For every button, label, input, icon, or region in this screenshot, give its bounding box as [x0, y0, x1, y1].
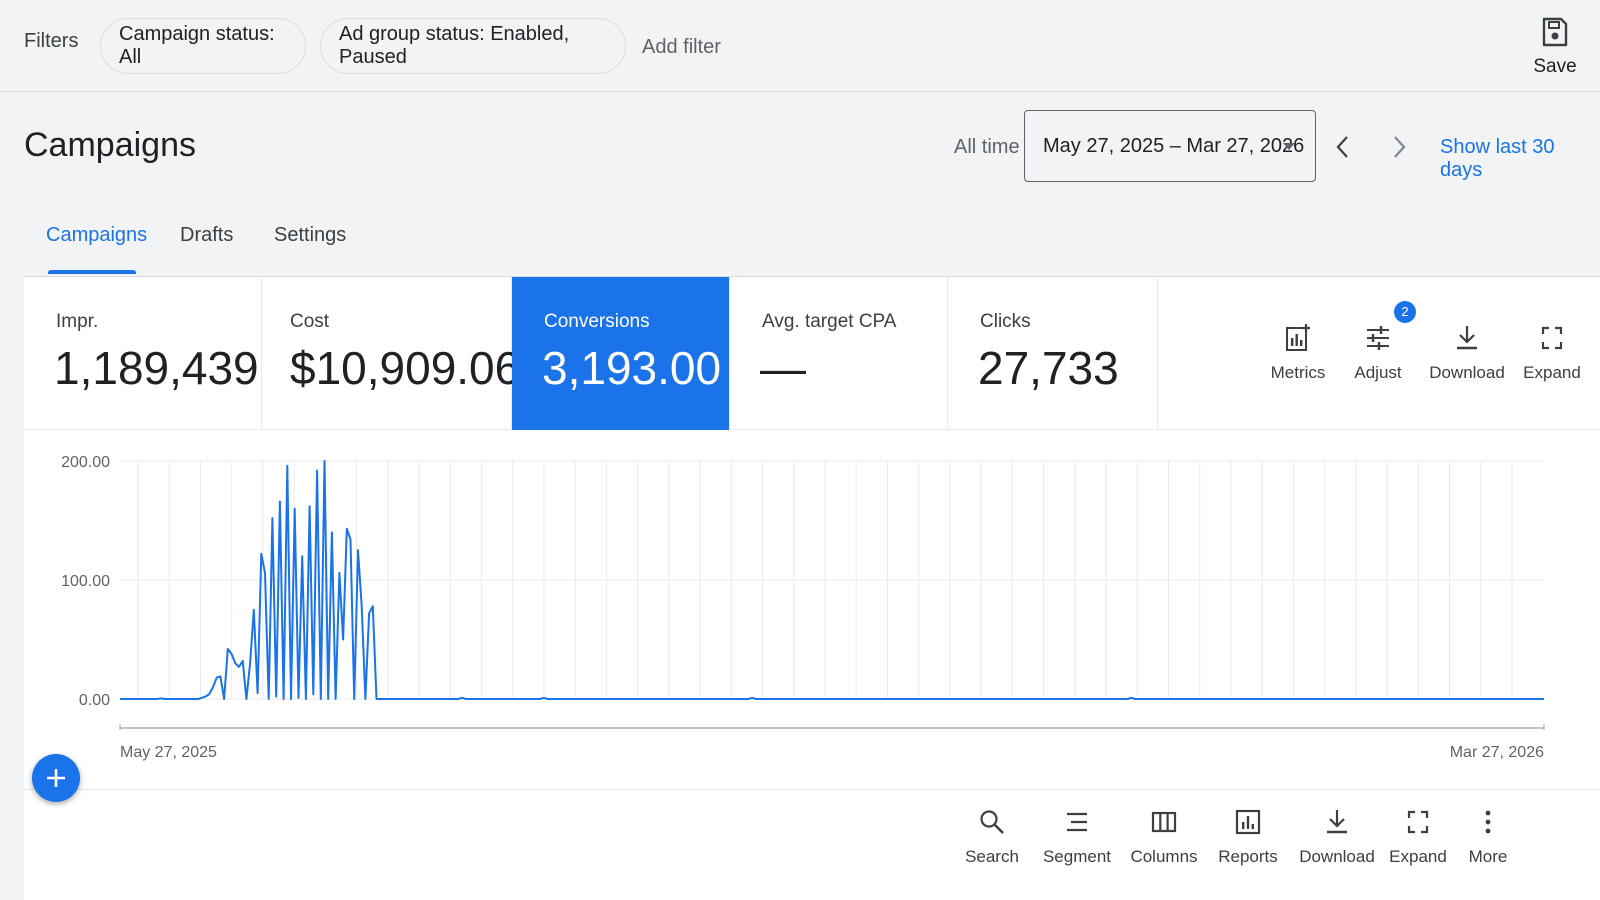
dropdown-caret-icon: [1283, 143, 1295, 150]
metrics-label: Metrics: [1270, 363, 1326, 382]
metric-clicks[interactable]: Clicks 27,733: [948, 277, 1158, 430]
search-button[interactable]: Search: [960, 807, 1024, 867]
metric-value: $10,909.06: [290, 342, 521, 394]
segment-label: Segment: [1042, 847, 1112, 866]
more-label: More: [1468, 847, 1508, 866]
download-label: Download: [1429, 363, 1505, 382]
y-tick-label: 0.00: [79, 692, 110, 709]
metric-value: —: [760, 342, 806, 394]
y-tick-label: 200.00: [61, 454, 110, 471]
segment-icon: [1067, 812, 1087, 832]
metric-label: Conversions: [544, 311, 650, 332]
more-vert-icon: [1485, 810, 1491, 834]
download-table-button[interactable]: Download: [1294, 807, 1380, 867]
page-title: Campaigns: [24, 126, 196, 164]
segment-button[interactable]: Segment: [1040, 807, 1114, 867]
expand-chart-button[interactable]: Expand: [1522, 323, 1582, 383]
metric-impressions[interactable]: Impr. 1,189,439: [24, 277, 262, 430]
metric-conversions[interactable]: Conversions 3,193.00: [512, 277, 730, 430]
reports-icon: [1235, 809, 1261, 835]
tab-drafts[interactable]: Drafts: [180, 224, 233, 247]
x-tick-label-start: May 27, 2025: [120, 744, 217, 761]
date-range-picker[interactable]: May 27, 2025 – Mar 27, 2026: [1024, 110, 1316, 182]
metric-label: Impr.: [56, 311, 99, 332]
plus-icon: [47, 769, 65, 787]
adjust-badge: 2: [1394, 301, 1416, 323]
add-filter-button[interactable]: Add filter: [642, 36, 721, 59]
save-icon: [1542, 17, 1568, 47]
more-button[interactable]: More: [1464, 807, 1512, 867]
save-label: Save: [1533, 56, 1577, 77]
metrics-button[interactable]: Metrics: [1266, 323, 1330, 383]
add-campaign-button[interactable]: [32, 754, 80, 802]
metric-value: 27,733: [978, 342, 1119, 394]
reports-label: Reports: [1218, 847, 1278, 866]
columns-label: Columns: [1130, 847, 1198, 866]
expand-label: Expand: [1389, 847, 1447, 866]
filter-chip-campaign-status[interactable]: Campaign status: All: [100, 18, 306, 74]
tab-campaigns[interactable]: Campaigns: [46, 224, 147, 247]
campaigns-card: Impr. 1,189,439 Cost $10,909.06 Conversi…: [24, 276, 1600, 900]
metric-label: Clicks: [980, 311, 1031, 332]
date-range-label: All time: [954, 136, 1020, 158]
metrics-icon: [1286, 324, 1310, 351]
columns-button[interactable]: Columns: [1128, 807, 1200, 867]
metric-cost[interactable]: Cost $10,909.06: [262, 277, 520, 430]
chevron-left-icon[interactable]: [1328, 132, 1358, 162]
download-icon: [1327, 810, 1347, 834]
conversions-chart: 200.00 100.00 0.00 May 27, 2025 Mar 27, 2026: [24, 431, 1600, 811]
metric-avg-target-cpa[interactable]: Avg. target CPA —: [730, 277, 948, 430]
chevron-right-icon[interactable]: [1384, 132, 1414, 162]
expand-icon: [1541, 326, 1563, 350]
search-icon: [980, 810, 1004, 834]
adjust-label: Adjust: [1354, 363, 1402, 382]
date-range-value: May 27, 2025 – Mar 27, 2026: [1043, 134, 1305, 157]
tab-settings[interactable]: Settings: [274, 224, 346, 247]
columns-icon: [1151, 811, 1177, 833]
adjust-button[interactable]: 2 Adjust: [1350, 301, 1416, 383]
metrics-row: Impr. 1,189,439 Cost $10,909.06 Conversi…: [24, 277, 1600, 430]
active-tab-indicator: [48, 270, 136, 274]
expand-label: Expand: [1523, 363, 1581, 382]
expand-icon: [1407, 810, 1429, 834]
metric-value: 3,193.00: [542, 342, 722, 394]
x-tick-label-end: Mar 27, 2026: [1450, 744, 1544, 761]
filter-chip-ad-group-status[interactable]: Ad group status: Enabled, Paused: [320, 18, 626, 74]
chart-divider: [24, 789, 1600, 790]
download-icon: [1457, 326, 1477, 350]
download-chart-button[interactable]: Download: [1424, 323, 1510, 383]
filter-bar: Filters Campaign status: All Ad group st…: [0, 0, 1600, 92]
search-label: Search: [965, 847, 1019, 866]
reports-button[interactable]: Reports: [1214, 807, 1282, 867]
save-button[interactable]: Save: [1520, 12, 1590, 84]
metric-label: Cost: [290, 311, 330, 332]
download-label: Download: [1299, 847, 1375, 866]
line-chart: 200.00 100.00 0.00 May 27, 2025 Mar 27, 2026: [61, 454, 1545, 761]
metric-value: 1,189,439: [54, 342, 259, 394]
y-tick-label: 100.00: [61, 573, 110, 590]
show-last-30-days-link[interactable]: Show last 30 days: [1440, 136, 1600, 182]
filters-label: Filters: [24, 30, 79, 52]
metric-label: Avg. target CPA: [762, 311, 897, 332]
expand-table-button[interactable]: Expand: [1388, 807, 1448, 867]
adjust-icon: [1367, 326, 1389, 350]
